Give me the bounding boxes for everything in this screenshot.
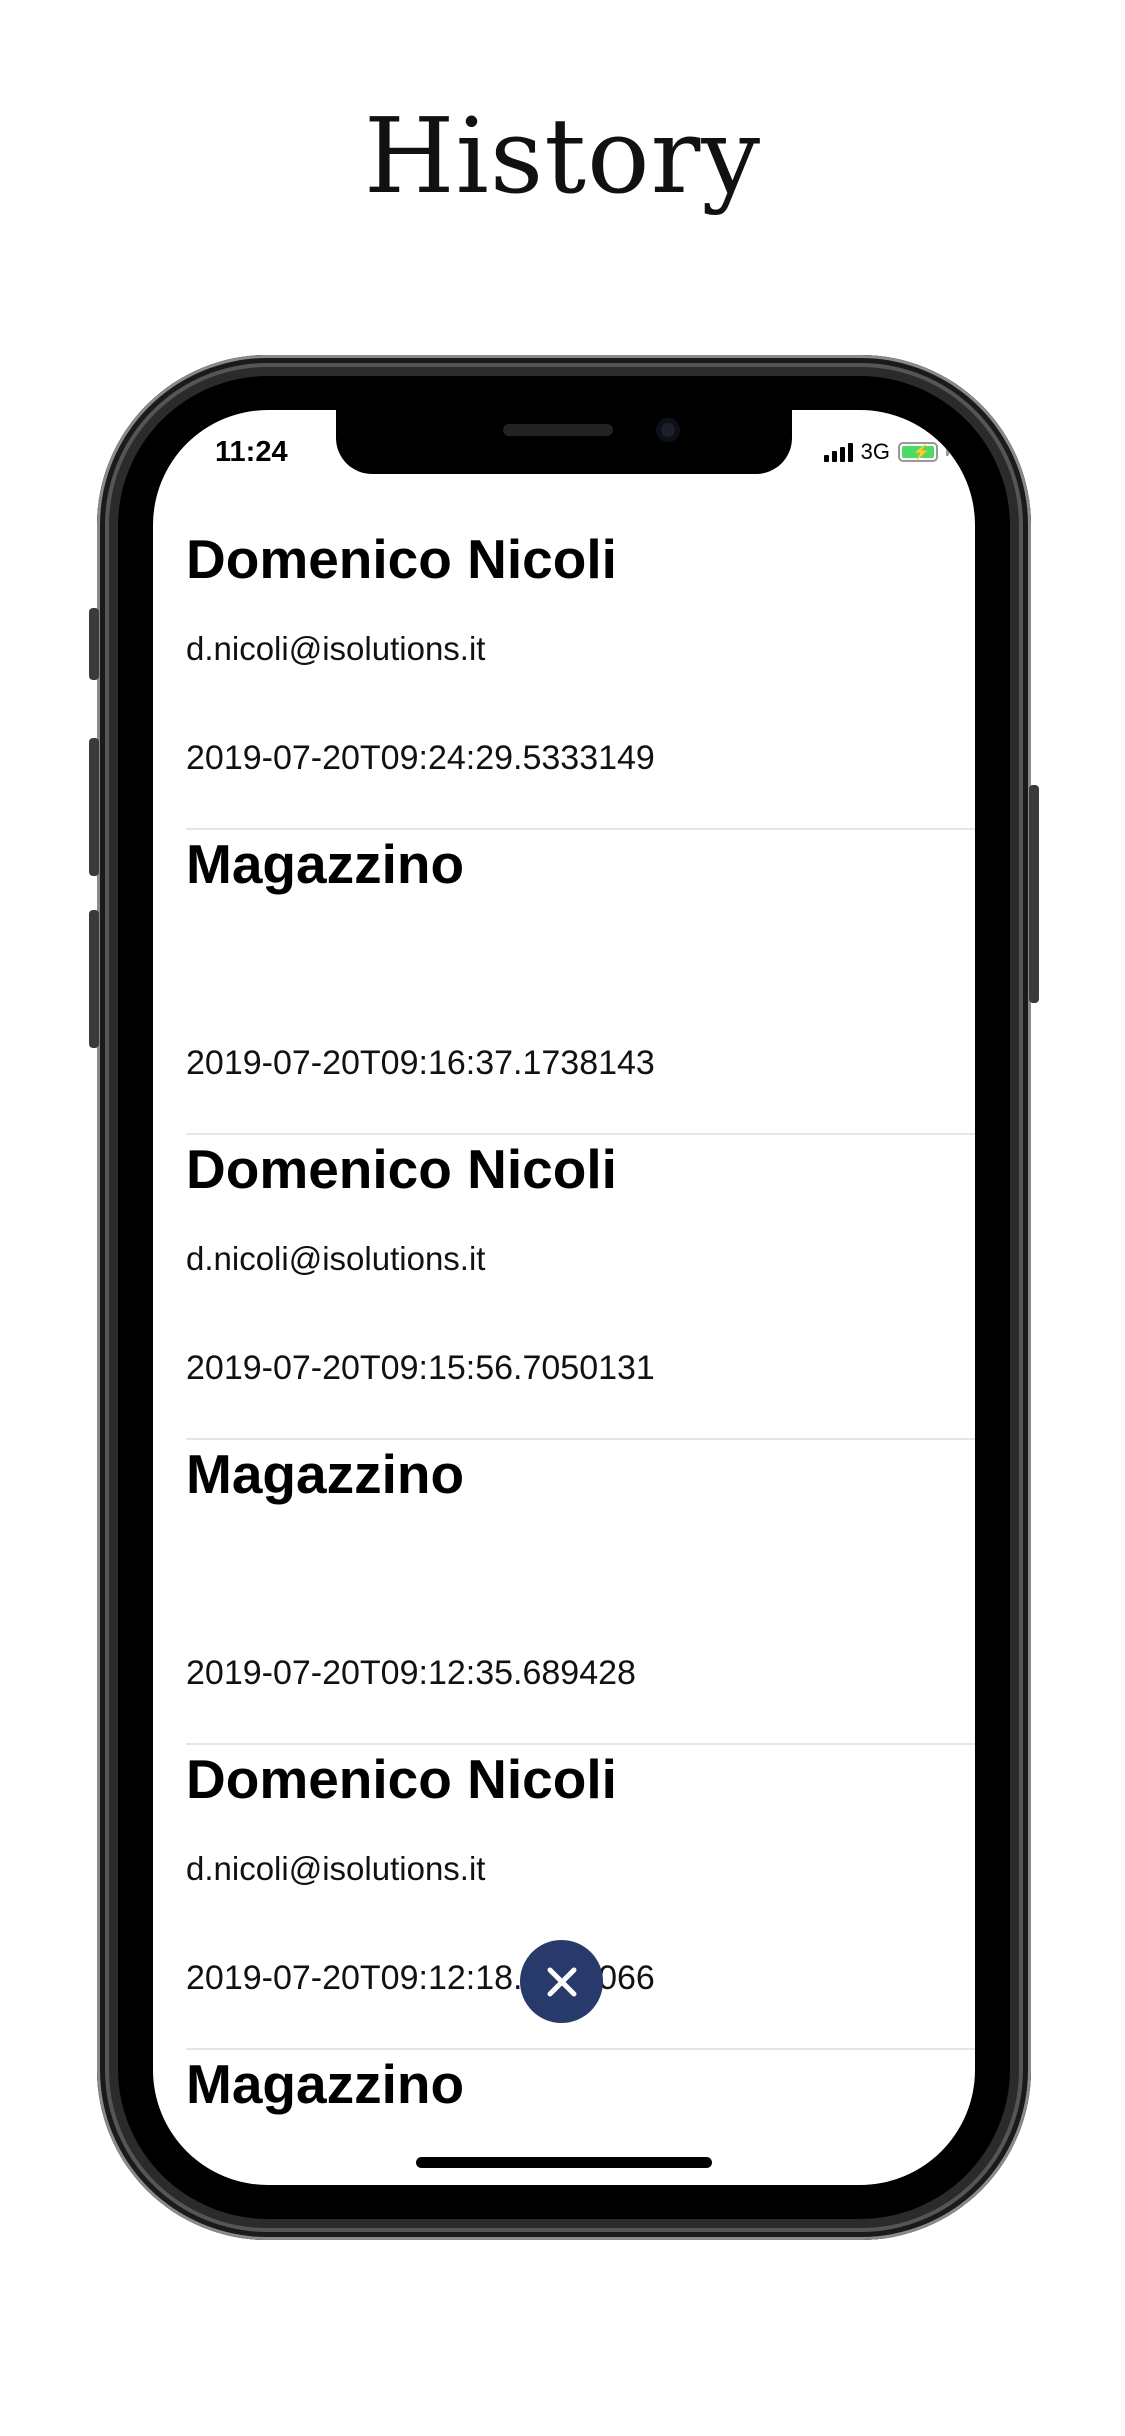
entry-timestamp: 2019-07-20T09:15:56.7050131	[186, 1349, 655, 1387]
entry-name: Magazzino	[186, 1443, 465, 1505]
close-icon	[547, 1967, 576, 1996]
volume-down-button	[89, 910, 99, 1048]
front-camera	[656, 418, 680, 442]
list-item[interactable]: Magazzino 2019-07-20T09:12:35.689428	[186, 1440, 975, 1745]
home-indicator[interactable]	[416, 2157, 712, 2168]
entry-timestamp: 2019-07-20T09:24:29.5333149	[186, 739, 655, 777]
entry-email: d.nicoli@isolutions.it	[186, 630, 486, 667]
speaker	[503, 424, 613, 436]
close-button[interactable]	[520, 1940, 603, 2023]
entry-name: Magazzino	[186, 833, 465, 895]
page-title: History	[363, 95, 762, 217]
network-type: 3G	[860, 439, 890, 464]
status-indicators: 3G ⚡	[823, 438, 949, 466]
entry-timestamp: 2019-07-20T09:12:35.689428	[186, 1654, 636, 1692]
mute-switch	[89, 608, 99, 680]
volume-up-button	[89, 738, 99, 876]
list-item[interactable]: Domenico Nicoli d.nicoli@isolutions.it 2…	[186, 525, 975, 830]
phone-screen: 11:24 3G ⚡ Domenico Nicoli d.nicoli@isol…	[153, 410, 975, 2185]
entry-email: d.nicoli@isolutions.it	[186, 1240, 486, 1277]
notch	[336, 410, 792, 474]
list-item[interactable]: Magazzino 2019-07-20T09:16:37.1738143	[186, 830, 975, 1135]
entry-email: d.nicoli@isolutions.it	[186, 1850, 486, 1887]
battery-icon: ⚡	[898, 442, 938, 462]
entry-name: Domenico Nicoli	[186, 1138, 617, 1200]
signal-icon	[823, 442, 853, 462]
list-item[interactable]: Domenico Nicoli d.nicoli@isolutions.it 2…	[186, 1135, 975, 1440]
entry-name: Domenico Nicoli	[186, 528, 617, 590]
entry-name: Domenico Nicoli	[186, 1748, 617, 1810]
battery-tip	[946, 448, 949, 456]
entry-name: Magazzino	[186, 2053, 465, 2115]
entry-timestamp: 2019-07-20T09:16:37.1738143	[186, 1044, 655, 1082]
status-time: 11:24	[215, 436, 288, 468]
power-button	[1029, 785, 1039, 1003]
history-list: Domenico Nicoli d.nicoli@isolutions.it 2…	[186, 525, 975, 2185]
